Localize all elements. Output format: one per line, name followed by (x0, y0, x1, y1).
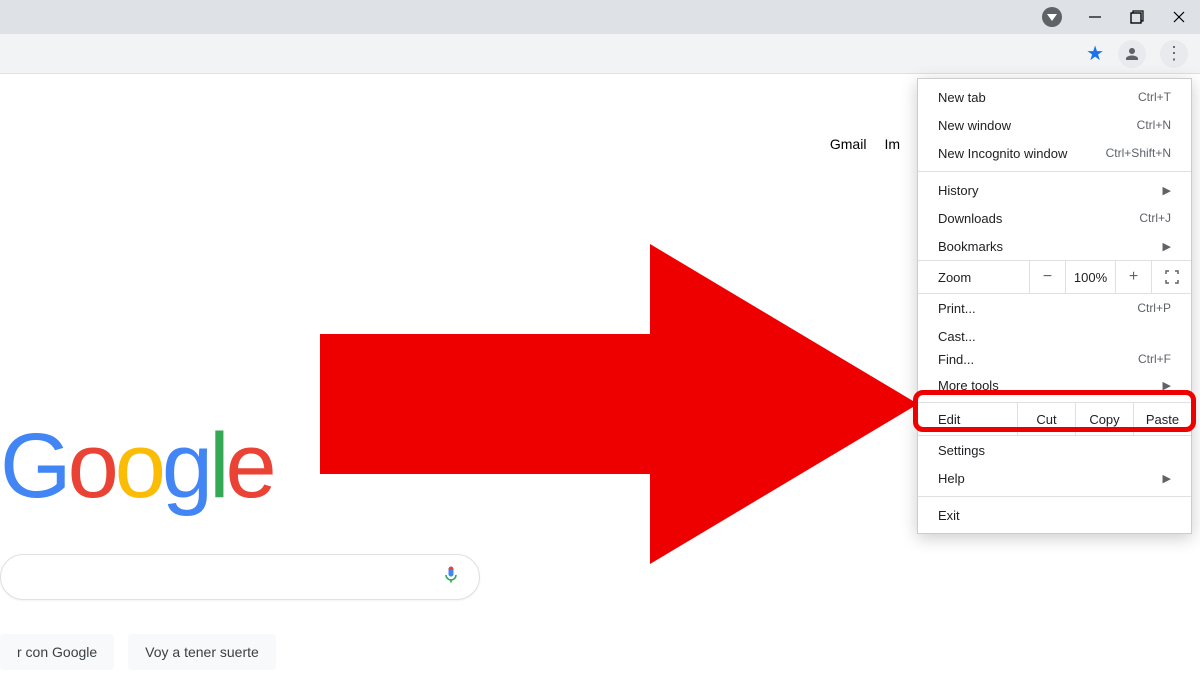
zoom-value: 100% (1065, 261, 1115, 293)
search-input[interactable] (0, 554, 480, 600)
menu-zoom-row: Zoom − 100% + (918, 260, 1191, 294)
page-content: Gmail Im Google r con Google Voy a tener… (0, 74, 1200, 675)
maximize-button[interactable] (1128, 8, 1146, 26)
menu-more-tools[interactable]: More tools ▶ (918, 368, 1191, 402)
title-dropdown-icon[interactable] (1042, 7, 1062, 27)
menu-downloads[interactable]: Downloads Ctrl+J (918, 204, 1191, 232)
menu-separator (918, 171, 1191, 172)
gmail-link[interactable]: Gmail (830, 136, 867, 152)
menu-new-incognito[interactable]: New Incognito window Ctrl+Shift+N (918, 139, 1191, 167)
zoom-label: Zoom (918, 261, 1029, 293)
menu-edit-row: Edit Cut Copy Paste (918, 402, 1191, 436)
browser-toolbar: ★ ⋮ (0, 34, 1200, 74)
menu-exit[interactable]: Exit (918, 501, 1191, 529)
edit-label: Edit (918, 403, 1017, 435)
voice-search-icon[interactable] (441, 565, 461, 590)
search-buttons: r con Google Voy a tener suerte (0, 634, 276, 670)
menu-history[interactable]: History ▶ (918, 176, 1191, 204)
feeling-lucky-button[interactable]: Voy a tener suerte (128, 634, 276, 670)
menu-settings[interactable]: Settings (918, 436, 1191, 464)
submenu-arrow-icon: ▶ (1163, 379, 1171, 392)
paste-button[interactable]: Paste (1133, 403, 1191, 435)
submenu-arrow-icon: ▶ (1163, 184, 1171, 197)
submenu-arrow-icon: ▶ (1163, 240, 1171, 253)
menu-find[interactable]: Find... Ctrl+F (918, 350, 1191, 368)
window-titlebar (0, 0, 1200, 34)
menu-new-window[interactable]: New window Ctrl+N (918, 111, 1191, 139)
google-logo: Google (0, 414, 273, 519)
cut-button[interactable]: Cut (1017, 403, 1075, 435)
menu-new-tab[interactable]: New tab Ctrl+T (918, 83, 1191, 111)
header-links: Gmail Im (830, 136, 900, 152)
bookmark-star-icon[interactable]: ★ (1086, 41, 1104, 66)
fullscreen-button[interactable] (1151, 261, 1191, 293)
menu-help[interactable]: Help ▶ (918, 464, 1191, 492)
images-link[interactable]: Im (884, 136, 900, 152)
minimize-button[interactable] (1086, 8, 1104, 26)
menu-bookmarks[interactable]: Bookmarks ▶ (918, 232, 1191, 260)
menu-separator (918, 496, 1191, 497)
chrome-menu-icon[interactable]: ⋮ (1160, 40, 1188, 68)
copy-button[interactable]: Copy (1075, 403, 1133, 435)
close-button[interactable] (1170, 8, 1188, 26)
annotation-arrow-icon (320, 244, 920, 564)
zoom-in-button[interactable]: + (1115, 261, 1151, 293)
chrome-main-menu: New tab Ctrl+T New window Ctrl+N New Inc… (917, 78, 1192, 534)
menu-cast[interactable]: Cast... (918, 322, 1191, 350)
profile-avatar-icon[interactable] (1118, 40, 1146, 68)
submenu-arrow-icon: ▶ (1163, 472, 1171, 485)
menu-print[interactable]: Print... Ctrl+P (918, 294, 1191, 322)
google-search-button[interactable]: r con Google (0, 634, 114, 670)
zoom-out-button[interactable]: − (1029, 261, 1065, 293)
